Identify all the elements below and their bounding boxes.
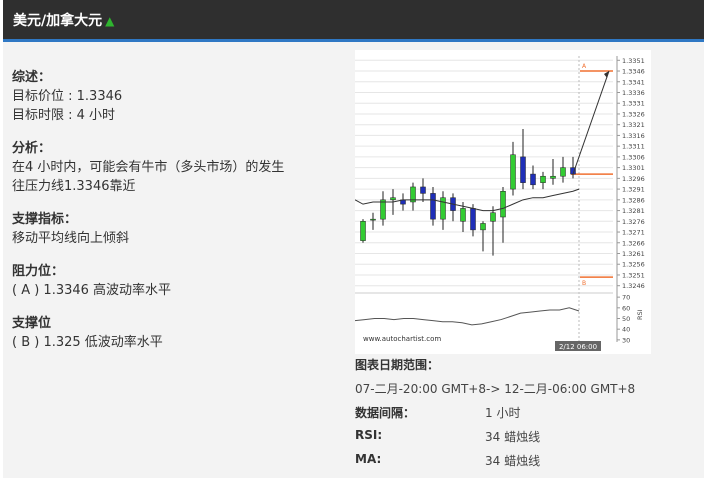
support-indicator-text: 移动平均线向上倾斜 (12, 231, 130, 246)
rsi-tick-label: 40 (622, 326, 630, 334)
candle-up (510, 154, 516, 190)
support-section: 支撑位 ( B ) 1.325 低波动率水平 (12, 314, 342, 352)
chart-svg: 1.3351 1.3346 1.3341 1.3336 1.3331 1.3326 1.33… (354, 50, 651, 354)
candle-up (370, 218, 376, 221)
candle-up (550, 175, 556, 179)
up-triangle-icon: ▲ (105, 14, 115, 28)
price-tick-label: 1.3341 (622, 78, 645, 86)
price-tick-label: 1.3251 (622, 271, 645, 279)
rsi-tick-label: 70 (622, 294, 630, 302)
candle-down (420, 186, 426, 194)
analysis-text-line1: 在4 小时内，可能会有牛市（多头市场）的发生 (12, 160, 285, 175)
resistance-text: ( A ) 1.3346 高波动率水平 (12, 283, 172, 298)
support-indicator-heading: 支撑指标： (12, 212, 78, 227)
analysis-text-line2: 往压力线1.3346靠近 (12, 179, 136, 194)
price-tick-label: 1.3281 (622, 207, 645, 215)
price-tick-label: 1.3316 (622, 132, 645, 140)
candle-up (380, 199, 386, 220)
analysis-heading: 分析： (12, 141, 52, 156)
price-tick-label: 1.3266 (622, 239, 645, 247)
ma-label: MA: (355, 452, 382, 466)
resistance-heading: 阻力位： (12, 264, 65, 279)
rsi-tick-label: 30 (622, 336, 630, 344)
candle-up (360, 221, 366, 241)
price-tick-label: 1.3331 (622, 100, 645, 108)
resistance-section: 阻力位： ( A ) 1.3346 高波动率水平 (12, 262, 342, 300)
support-indicator-section: 支撑指标： 移动平均线向上倾斜 (12, 210, 342, 248)
candle-up (500, 190, 506, 218)
candle-up (460, 208, 466, 222)
analysis-section: 分析： 在4 小时内，可能会有牛市（多头市场）的发生 往压力线1.3346靠近 (12, 139, 342, 196)
candle-up (390, 197, 396, 201)
rsi-tick-label: 50 (622, 315, 630, 323)
interval-label: 数据间隔： (355, 406, 416, 420)
instrument-title: 美元/加拿大元 ▲ (13, 10, 114, 30)
target-time: 目标时限 : 4 小时 (12, 108, 116, 123)
date-range-label-row: 图表日期范围： (355, 356, 685, 380)
date-range-value: 07-二月-20:00 GMT+8-> 12-二月-06:00 GMT+8 (355, 382, 636, 396)
chart-watermark: www.autochartist.com (363, 335, 441, 343)
price-tick-label: 1.3286 (622, 196, 645, 204)
price-tick-label: 1.3276 (622, 218, 645, 226)
date-range-value-row: 07-二月-20:00 GMT+8-> 12-二月-06:00 GMT+8 (355, 380, 685, 404)
rsi-row: RSI: 34 蜡烛线 (355, 428, 685, 452)
header-bar: 美元/加拿大元 ▲ (3, 0, 704, 42)
candle-up (490, 212, 496, 222)
interval-row: 数据间隔： 1 小时 (355, 404, 685, 428)
candle-up (540, 175, 546, 183)
price-tick-label: 1.3351 (622, 57, 645, 65)
price-tick-label: 1.3301 (622, 164, 645, 172)
candle-up (480, 223, 486, 231)
candle-down (530, 173, 536, 186)
interval-value: 1 小时 (485, 406, 521, 420)
price-tick-label: 1.3306 (622, 153, 645, 161)
rsi-tick-label: 60 (622, 304, 630, 312)
overview-heading: 综述： (12, 70, 52, 85)
rsi-axis-label: RSI (636, 309, 644, 320)
target-price: 目标价位 : 1.3346 (12, 89, 123, 104)
price-chart: 1.3351 1.3346 1.3341 1.3336 1.3331 1.3326 1.33… (354, 50, 651, 354)
price-tick-label: 1.3291 (622, 186, 645, 194)
ma-value: 34 蜡烛线 (485, 454, 541, 468)
price-tick-label: 1.3271 (622, 229, 645, 237)
support-heading: 支撑位 (12, 316, 52, 331)
price-tick-label: 1.3261 (622, 250, 645, 258)
price-tick-label: 1.3321 (622, 121, 645, 129)
time-label: 2/12 06:00 (559, 343, 597, 351)
rsi-value: 34 蜡烛线 (485, 430, 541, 444)
candle-up (440, 197, 446, 220)
candle-down (520, 156, 526, 183)
candle-up (560, 167, 566, 177)
candle-down (430, 193, 436, 220)
support-text: ( B ) 1.325 低波动率水平 (12, 335, 163, 350)
date-range-label: 图表日期范围： (355, 358, 440, 372)
chart-info: 图表日期范围： 07-二月-20:00 GMT+8-> 12-二月-06:00 … (355, 356, 685, 476)
price-tick-label: 1.3326 (622, 110, 645, 118)
price-tick-label: 1.3296 (622, 175, 645, 183)
overview-section: 综述： 目标价位 : 1.3346 目标时限 : 4 小时 (12, 68, 342, 125)
summary-column: 综述： 目标价位 : 1.3346 目标时限 : 4 小时 分析： 在4 小时内… (12, 68, 342, 366)
price-tick-label: 1.3311 (622, 143, 645, 151)
price-tick-label: 1.3246 (622, 282, 645, 290)
price-tick-label: 1.3256 (622, 261, 645, 269)
instrument-name: 美元/加拿大元 (13, 13, 103, 29)
support-label: B (582, 280, 586, 287)
candle-down (470, 208, 476, 231)
price-tick-label: 1.3346 (622, 68, 645, 76)
rsi-label: RSI: (355, 428, 383, 442)
price-tick-label: 1.3336 (622, 89, 645, 97)
ma-row: MA: 34 蜡烛线 (355, 452, 685, 476)
